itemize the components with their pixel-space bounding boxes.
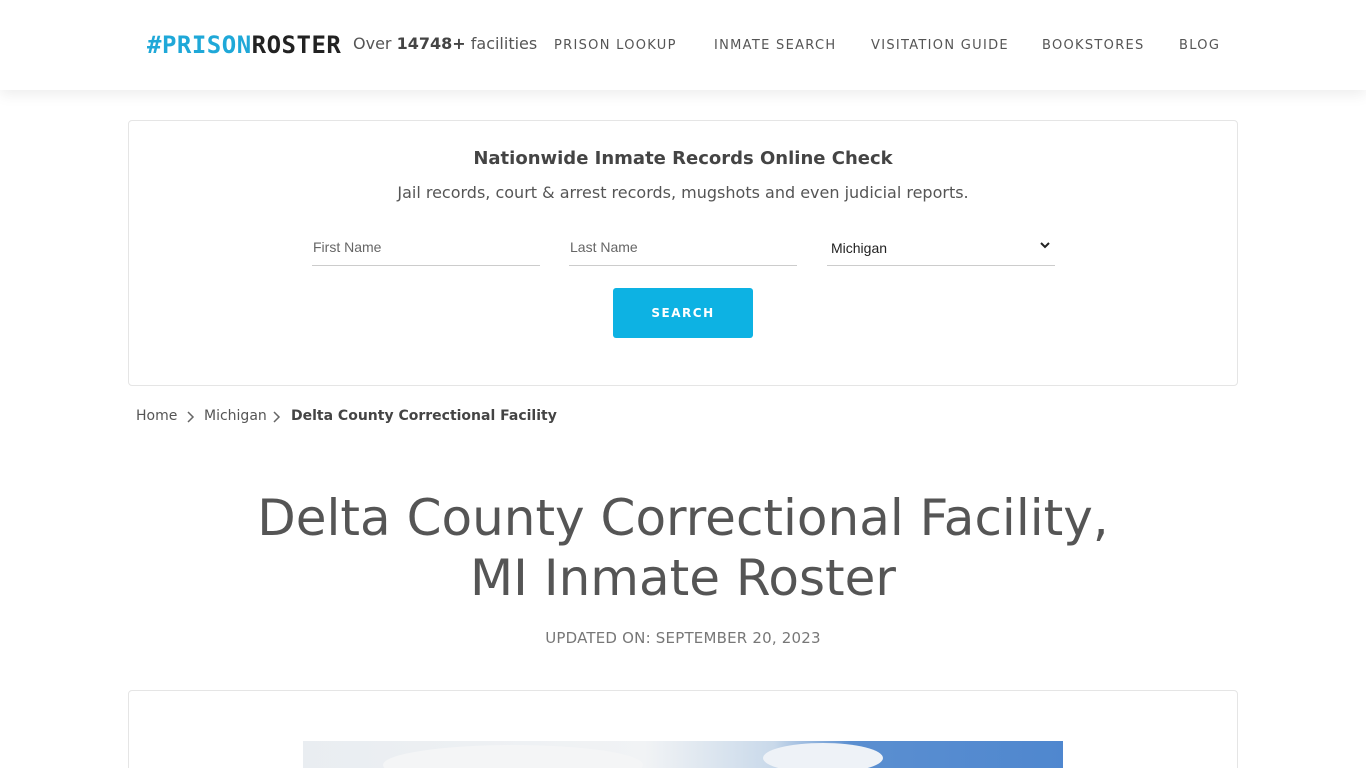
search-card-title: Nationwide Inmate Records Online Check [473, 148, 893, 169]
inmate-search-card: Nationwide Inmate Records Online Check J… [128, 120, 1238, 386]
top-navbar: #PRISONROSTER Over 14748+ facilities PRI… [0, 0, 1366, 90]
facility-photo [303, 741, 1063, 768]
first-name-input[interactable] [312, 228, 540, 266]
search-button[interactable]: SEARCH [613, 288, 753, 338]
nav-prison-lookup[interactable]: PRISON LOOKUP [554, 38, 677, 53]
photo-cloud [383, 745, 643, 768]
state-select[interactable]: Michigan [827, 228, 1055, 266]
breadcrumb-current: Delta County Correctional Facility [291, 408, 557, 424]
chevron-right-icon [187, 411, 195, 423]
page-title-line2: MI Inmate Roster [470, 549, 896, 607]
nav-bookstores[interactable]: BOOKSTORES [1042, 38, 1145, 53]
photo-cloud [763, 743, 883, 768]
breadcrumb-home[interactable]: Home [136, 408, 177, 424]
nav-visitation-guide[interactable]: VISITATION GUIDE [871, 38, 1009, 53]
page-title-line1: Delta County Correctional Facility, [257, 489, 1109, 547]
chevron-down-icon [1040, 242, 1050, 249]
last-name-input[interactable] [569, 228, 797, 266]
updated-date: UPDATED ON: SEPTEMBER 20, 2023 [545, 629, 821, 647]
page-title: Delta County Correctional Facility, MI I… [0, 488, 1366, 608]
nav-blog[interactable]: BLOG [1179, 38, 1220, 53]
breadcrumb-michigan[interactable]: Michigan [204, 408, 267, 424]
state-select-value: Michigan [831, 240, 888, 256]
search-card-subtitle: Jail records, court & arrest records, mu… [397, 183, 969, 202]
nav-inmate-search[interactable]: INMATE SEARCH [714, 38, 836, 53]
main-nav: PRISON LOOKUP INMATE SEARCH VISITATION G… [0, 38, 1366, 54]
chevron-right-icon [273, 411, 281, 423]
